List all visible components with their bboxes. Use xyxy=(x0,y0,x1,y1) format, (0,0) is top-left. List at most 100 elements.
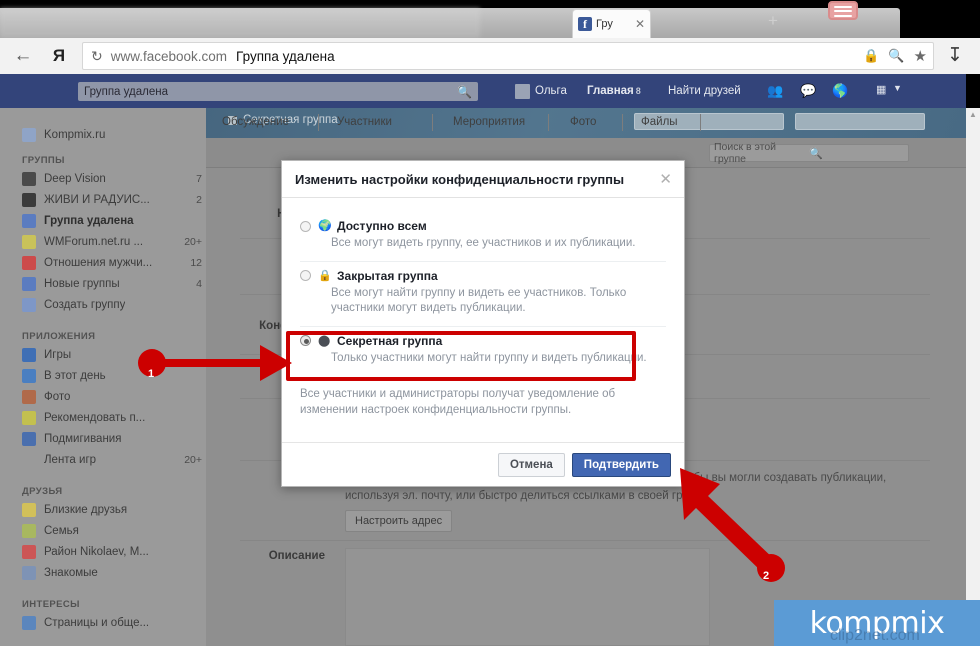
option-label: Доступно всем xyxy=(337,219,427,233)
sidebar-item-kompmix[interactable]: Kompmix.ru xyxy=(22,128,202,142)
sidebar-item-1-1[interactable]: В этот день xyxy=(22,369,202,383)
privacy-option-public[interactable]: 🌍 Доступно всем Все могут видеть группу,… xyxy=(300,212,666,262)
cover-button-2[interactable] xyxy=(795,113,925,130)
sidebar-item-0-0[interactable]: Deep Vision 7 xyxy=(22,172,202,186)
cancel-button[interactable]: Отмена xyxy=(497,452,565,477)
star-icon[interactable]: ★ xyxy=(914,47,927,65)
close-icon[interactable]: ✕ xyxy=(659,172,672,187)
zoom-out-icon[interactable]: 🔍 xyxy=(888,48,904,64)
sidebar-item-3-0[interactable]: Страницы и обще... xyxy=(22,616,202,630)
sidebar-item-0-3[interactable]: WMForum.net.ru ... 20+ xyxy=(22,235,202,249)
tray-menu-icon[interactable] xyxy=(828,1,858,20)
account-menu-icon[interactable]: ▼ xyxy=(893,83,902,93)
sidebar-item-2-1[interactable]: Семья xyxy=(22,524,202,538)
friend-requests-icon[interactable]: 👥 xyxy=(767,83,783,99)
search-icon[interactable]: 🔍 xyxy=(457,85,472,99)
group-tab-1[interactable]: Участники xyxy=(337,116,392,128)
back-arrow-icon[interactable]: ← xyxy=(12,45,34,67)
privacy-option-closed[interactable]: 🔒 Закрытая группа Все могут найти группу… xyxy=(300,262,666,327)
nav-find-friends[interactable]: Найти друзей xyxy=(668,85,741,97)
divider xyxy=(700,114,701,131)
group-tab-3[interactable]: Фото xyxy=(570,116,596,128)
sidebar-item-0-5[interactable]: Новые группы 4 xyxy=(22,277,202,291)
messages-icon[interactable]: 💬 xyxy=(800,83,816,99)
lock-icon[interactable]: 🔒 xyxy=(863,48,879,64)
privacy-shortcuts-icon[interactable]: ▦ xyxy=(876,83,886,96)
new-tab-button[interactable]: + xyxy=(764,12,782,30)
sidebar-item-2-3[interactable]: Знакомые xyxy=(22,566,202,580)
reload-icon[interactable]: ↻ xyxy=(91,48,103,65)
configure-address-button[interactable]: Настроить адрес xyxy=(345,510,453,532)
facebook-search-value: Группа удалена xyxy=(84,85,168,98)
star-icon xyxy=(22,503,36,517)
browser-tab-title: Гру xyxy=(596,18,613,30)
address-bar[interactable]: ↻ www.facebook.com Группа удалена 🔒 🔍 ★ xyxy=(82,42,934,70)
sidebar-item-0-2[interactable]: Группа удалена xyxy=(22,214,202,228)
gamepad-icon xyxy=(22,453,36,467)
nav-user-name[interactable]: Ольга xyxy=(535,85,567,97)
avatar[interactable] xyxy=(515,84,530,99)
description-textarea[interactable] xyxy=(345,548,710,646)
facebook-search-input[interactable]: Группа удалена 🔍 xyxy=(78,82,478,101)
yandex-logo-icon: Я xyxy=(52,46,66,65)
browser-tab[interactable]: f Гру ✕ xyxy=(572,9,651,38)
search-icon[interactable]: 🔍 xyxy=(809,147,904,160)
sidebar-item-label: Лента игр xyxy=(44,454,97,466)
annotation-step-1-number: 1 xyxy=(148,368,155,380)
sidebar-item-1-0[interactable]: Игры xyxy=(22,348,202,362)
group-tab-0[interactable]: Обсуждение xyxy=(222,116,289,128)
poke-icon xyxy=(22,432,36,446)
privacy-option-secret[interactable]: ⬤ Секретная группа Только участники могу… xyxy=(300,327,666,376)
nav-home[interactable]: Главная 8 xyxy=(587,85,641,97)
divider xyxy=(432,114,433,131)
group-tab-2[interactable]: Мероприятия xyxy=(453,116,525,128)
sidebar-item-2-0[interactable]: Близкие друзья xyxy=(22,503,202,517)
sidebar-item-1-2[interactable]: Фото xyxy=(22,390,202,404)
left-sidebar: Kompmix.ru ГРУППЫ Deep Vision 7 ЖИВИ И РАДУ… xyxy=(0,108,206,646)
sidebar-item-label: В этот день xyxy=(44,370,106,382)
sidebar-item-1-3[interactable]: Рекомендовать п... xyxy=(22,411,202,425)
bg-text-5: тобы вы могли создавать публикации, xyxy=(682,472,887,484)
plus-icon xyxy=(22,298,36,312)
sidebar-item-label: Район Nikolaev, M... xyxy=(44,546,149,558)
radio-closed[interactable] xyxy=(300,270,311,282)
sidebar-item-label: ЖИВИ И РАДУЙС... xyxy=(44,194,150,206)
sidebar-item-count: 20+ xyxy=(184,236,202,248)
sidebar-item-label: WMForum.net.ru ... xyxy=(44,236,144,248)
url-page-title: Группа удалена xyxy=(236,48,335,64)
scroll-up-icon[interactable]: ▲ xyxy=(966,108,980,122)
option-description: Все могут найти группу и видеть ее участ… xyxy=(331,286,627,315)
dialog-note: Все участники и администраторы получат у… xyxy=(300,388,616,417)
camera-icon xyxy=(22,172,36,186)
sidebar-item-count: 7 xyxy=(196,173,202,185)
privacy-settings-dialog: Изменить настройки конфиденциальности гр… xyxy=(281,160,685,487)
option-label: Секретная группа xyxy=(337,333,443,348)
heart-icon xyxy=(22,256,36,270)
group-search-input[interactable]: Поиск в этой группе 🔍 xyxy=(709,141,909,165)
sidebar-item-0-1[interactable]: ЖИВИ И РАДУЙС... 2 xyxy=(22,193,202,207)
sidebar-item-2-2[interactable]: Район Nikolaev, M... xyxy=(22,545,202,559)
page-icon xyxy=(22,128,36,142)
notifications-icon[interactable]: 🌎 xyxy=(832,83,848,99)
bg-text-6: используя эл. почту, или быстро делиться… xyxy=(345,490,695,502)
location-pin-icon xyxy=(22,545,36,559)
facebook-favicon: f xyxy=(578,17,592,31)
sidebar-item-0-4[interactable]: Отношения мужчи... 12 xyxy=(22,256,202,270)
radio-secret[interactable] xyxy=(300,335,311,347)
confirm-button[interactable]: Подтвердить xyxy=(571,452,671,477)
screen: f Гру ✕ + ← Я ↻ www.facebook.com Группа … xyxy=(0,0,980,646)
close-icon[interactable]: ✕ xyxy=(635,18,645,30)
form-label-description: Описание xyxy=(268,550,325,562)
page-scrollbar[interactable] xyxy=(966,108,980,646)
divider xyxy=(622,114,623,131)
sidebar-item-label: Знакомые xyxy=(44,567,98,579)
sidebar-item-0-6[interactable]: Создать группу xyxy=(22,298,202,312)
sidebar-item-1-5[interactable]: Лента игр 20+ xyxy=(22,453,202,467)
sidebar-item-label: Создать группу xyxy=(44,299,126,311)
sidebar-item-count: 4 xyxy=(196,278,202,290)
home-icon xyxy=(22,235,36,249)
group-tab-4[interactable]: Файлы xyxy=(641,116,678,128)
sidebar-item-1-4[interactable]: Подмигивания xyxy=(22,432,202,446)
download-icon[interactable]: ↧ xyxy=(947,44,963,68)
radio-public[interactable] xyxy=(300,220,311,232)
